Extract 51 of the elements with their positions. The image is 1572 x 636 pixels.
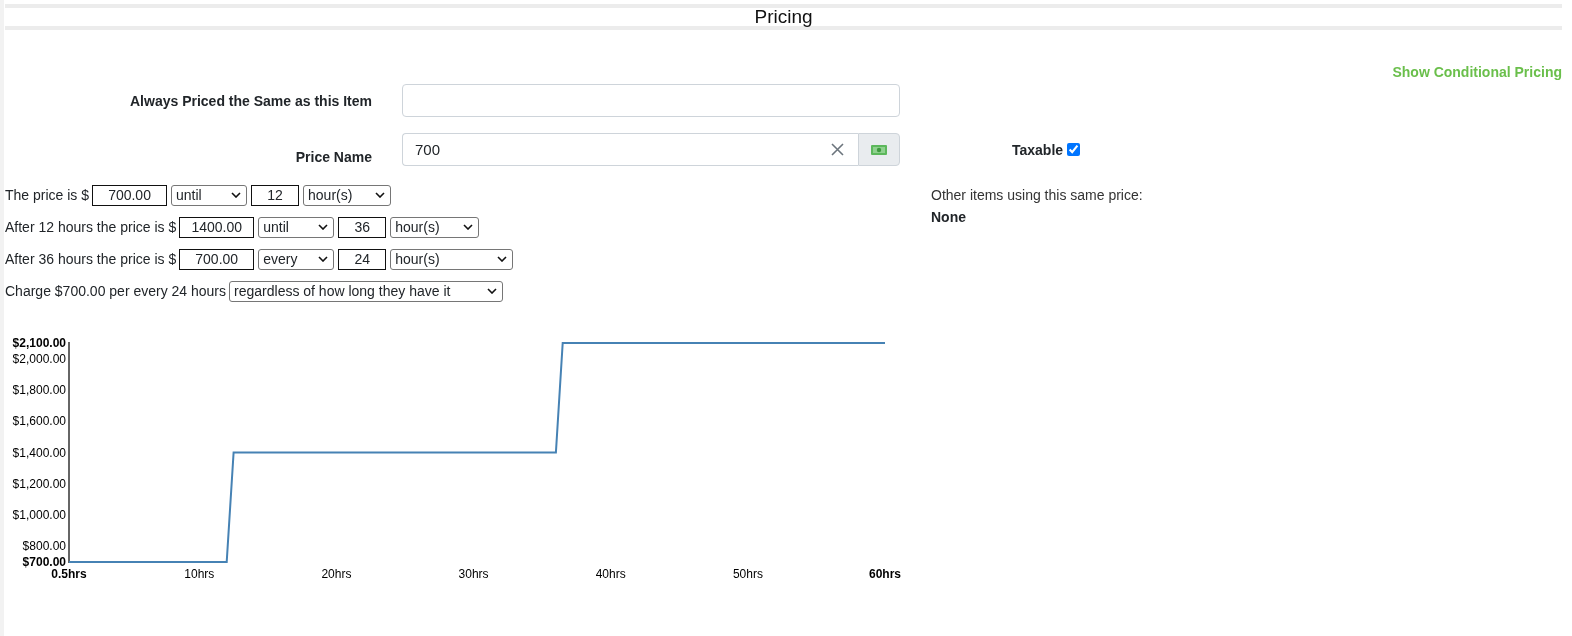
mode-dropdown[interactable]: every <box>258 248 335 270</box>
amount-input[interactable]: 12 <box>251 184 300 206</box>
other-items-label: Other items using this same price: <box>931 186 1143 204</box>
price-name-field[interactable]: 700 <box>402 133 825 166</box>
price-input[interactable]: 1400.00 <box>179 216 255 238</box>
rule-text: After 12 hours the price is $ <box>5 219 177 235</box>
field-label: Always Priced the Same as this Item <box>130 91 372 110</box>
x-tick-label: 10hrs <box>184 567 215 581</box>
charge-text: Charge $700.00 per every 24 hours <box>5 283 227 299</box>
y-tick-label: $1,400.00 <box>12 445 66 460</box>
taxable-checkbox[interactable] <box>1067 143 1081 156</box>
chevron-down-icon <box>318 224 329 230</box>
y-tick-label: $1,600.00 <box>12 414 66 429</box>
mode-dropdown[interactable]: until <box>171 184 248 206</box>
page-title: Pricing <box>754 8 813 26</box>
banknote-icon <box>871 144 887 155</box>
y-tick-label: $2,000.00 <box>12 351 66 366</box>
taxable-label: Taxable <box>1012 141 1064 158</box>
price-input[interactable]: 700.00 <box>92 184 168 206</box>
field-label: Price Name <box>295 148 372 166</box>
charge-dropdown[interactable]: regardless of how long they have it <box>229 280 504 302</box>
y-tick-label: $800.00 <box>22 539 66 554</box>
price-input[interactable]: 700.00 <box>179 248 255 270</box>
unit-dropdown[interactable]: hour(s) <box>303 184 392 206</box>
chevron-down-icon <box>318 256 329 262</box>
x-tick-label: 40hrs <box>595 567 626 581</box>
y-tick-label: $1,200.00 <box>12 476 66 491</box>
rule-text: The price is $ <box>5 187 90 203</box>
input-field[interactable] <box>402 84 900 117</box>
chevron-down-icon <box>231 192 242 198</box>
amount-input[interactable]: 36 <box>338 216 387 238</box>
rule-text: After 36 hours the price is $ <box>5 251 177 267</box>
mode-dropdown[interactable]: until <box>258 216 335 238</box>
y-tick-label: $1,000.00 <box>12 508 66 523</box>
clear-icon[interactable] <box>831 143 844 156</box>
chevron-down-icon <box>487 288 498 294</box>
x-tick-label: 60hrs <box>869 567 901 581</box>
chevron-down-icon <box>497 256 508 262</box>
y-tick-label: $2,100.00 <box>12 336 66 350</box>
unit-dropdown[interactable]: hour(s) <box>390 216 480 238</box>
amount-input[interactable]: 24 <box>338 248 387 270</box>
other-items-value: None <box>931 208 966 226</box>
chevron-down-icon <box>375 192 386 198</box>
x-tick-label: 0.5hrs <box>51 567 87 581</box>
x-tick-label: 50hrs <box>732 567 763 581</box>
chevron-down-icon <box>463 224 474 230</box>
y-tick-label: $700.00 <box>22 555 66 569</box>
x-tick-label: 20hrs <box>321 567 352 581</box>
y-tick-label: $1,800.00 <box>12 382 66 397</box>
unit-dropdown[interactable]: hour(s) <box>390 248 514 270</box>
x-tick-label: 30hrs <box>458 567 489 581</box>
